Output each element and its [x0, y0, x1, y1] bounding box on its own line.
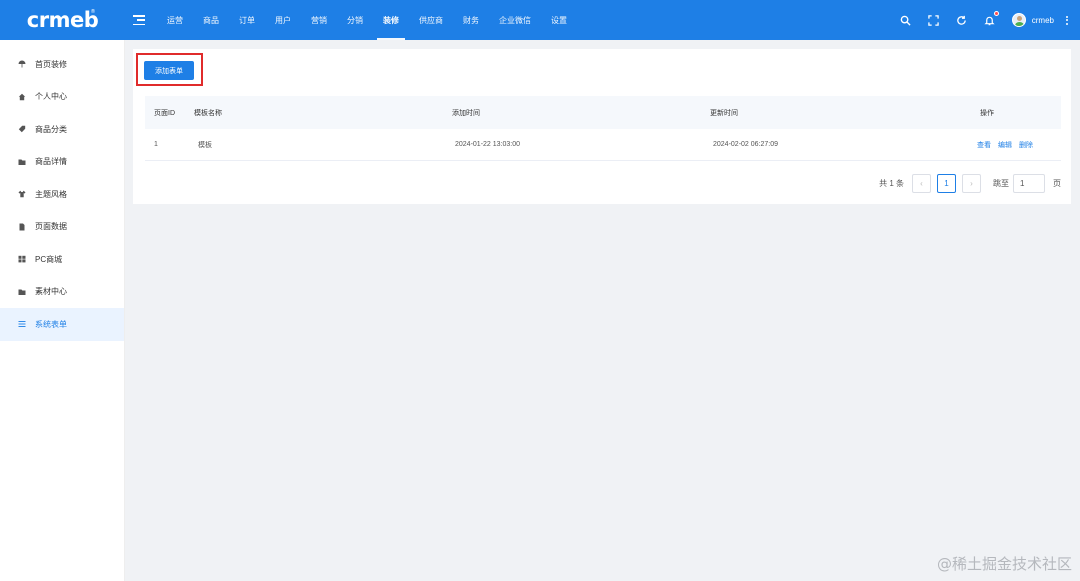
- column-header-created-time: 添加时间: [452, 109, 480, 117]
- refresh-icon[interactable]: [956, 14, 968, 26]
- notification-dot: [993, 11, 999, 16]
- nav-item-distribution[interactable]: 分销: [337, 0, 373, 40]
- sidebar-item-label: 主题风格: [35, 189, 67, 199]
- nav-item-wecom[interactable]: 企业微信: [489, 0, 541, 40]
- tag-icon: [18, 125, 26, 133]
- pagination: 共 1 条 ‹ 1 › 跳至 页: [879, 174, 1061, 193]
- more-vertical-icon[interactable]: [1066, 15, 1068, 25]
- sidebar-item-home-decoration[interactable]: 首页装修: [0, 48, 124, 81]
- logo[interactable]: crmeb ®: [0, 0, 125, 40]
- sidebar-item-label: 个人中心: [35, 92, 67, 102]
- sidebar-item-theme-style[interactable]: 主题风格: [0, 178, 124, 211]
- nav-item-suppliers[interactable]: 供应商: [409, 0, 453, 40]
- cell-template-name: 模板: [198, 141, 212, 149]
- main-card: 添加表单 页面ID 模板名称 添加时间 更新时间 操作 1 模板 2024-01…: [133, 49, 1071, 204]
- watermark: @稀土掘金技术社区: [936, 555, 1072, 573]
- sidebar-item-material-center[interactable]: 素材中心: [0, 276, 124, 309]
- sidebar-item-product-detail[interactable]: 商品详情: [0, 146, 124, 179]
- column-header-template-name: 模板名称: [194, 109, 222, 117]
- sidebar-item-label: 商品详情: [35, 157, 67, 167]
- cell-page-id: 1: [154, 141, 158, 148]
- column-header-page-id: 页面ID: [154, 109, 175, 117]
- nav-item-orders[interactable]: 订单: [229, 0, 265, 40]
- avatar: [1011, 13, 1026, 27]
- view-link[interactable]: 查看: [977, 140, 991, 150]
- table-header: 页面ID 模板名称 添加时间 更新时间 操作: [145, 96, 1061, 129]
- column-header-actions: 操作: [980, 109, 994, 117]
- top-nav: 运营 商品 订单 用户 营销 分销 装修 供应商 财务 企业微信 设置: [157, 0, 577, 40]
- file-icon: [18, 223, 26, 231]
- jump-label: 跳至: [993, 179, 1009, 188]
- nav-item-operations[interactable]: 运营: [157, 0, 193, 40]
- username: crmeb: [1031, 15, 1054, 25]
- shirt-icon: [18, 190, 26, 198]
- nav-item-finance[interactable]: 财务: [453, 0, 489, 40]
- sidebar-item-label: 首页装修: [35, 59, 67, 69]
- nav-item-users[interactable]: 用户: [265, 0, 301, 40]
- list-icon: [18, 320, 26, 328]
- search-icon[interactable]: [900, 14, 912, 26]
- cell-actions: 查看 编辑 删除: [971, 140, 1061, 150]
- sidebar-item-label: PC商城: [35, 254, 63, 264]
- sidebar-item-product-category[interactable]: 商品分类: [0, 113, 124, 146]
- nav-item-products[interactable]: 商品: [193, 0, 229, 40]
- cell-updated-time: 2024-02-02 06:27:09: [713, 141, 778, 148]
- next-page-button[interactable]: ›: [962, 174, 981, 193]
- sidebar: 首页装修 个人中心 商品分类 商品详情 主题风格 页面数据 PC商城 素材中心 …: [0, 40, 125, 581]
- sidebar-item-pc-mall[interactable]: PC商城: [0, 243, 124, 276]
- menu-collapse-icon[interactable]: [133, 15, 145, 25]
- nav-item-settings[interactable]: 设置: [541, 0, 577, 40]
- fullscreen-icon[interactable]: [928, 14, 940, 26]
- home-icon: [18, 93, 26, 101]
- page-number-button[interactable]: 1: [937, 174, 956, 193]
- nav-item-marketing[interactable]: 营销: [301, 0, 337, 40]
- folder-icon: [18, 158, 26, 166]
- sidebar-item-page-data[interactable]: 页面数据: [0, 211, 124, 244]
- folder-icon: [18, 288, 26, 296]
- cell-created-time: 2024-01-22 13:03:00: [455, 141, 520, 148]
- sidebar-item-label: 系统表单: [35, 319, 67, 329]
- add-form-button[interactable]: 添加表单: [144, 61, 194, 80]
- pagination-total: 共 1 条: [879, 179, 904, 188]
- windows-icon: [18, 255, 26, 263]
- form-table: 页面ID 模板名称 添加时间 更新时间 操作 1 模板 2024-01-22 1…: [145, 96, 1061, 161]
- header-tools: crmeb: [900, 0, 1068, 40]
- logo-text: crmeb: [26, 8, 99, 32]
- delete-link[interactable]: 删除: [1019, 140, 1033, 150]
- sidebar-item-label: 素材中心: [35, 287, 67, 297]
- page-unit-label: 页: [1053, 179, 1061, 188]
- top-header: crmeb ® 运营 商品 订单 用户 营销 分销 装修 供应商 财务 企业微信 …: [0, 0, 1080, 40]
- bell-icon[interactable]: [984, 11, 999, 26]
- column-header-updated-time: 更新时间: [710, 109, 738, 117]
- table-row: 1 模板 2024-01-22 13:03:00 2024-02-02 06:2…: [145, 129, 1061, 161]
- user-menu[interactable]: crmeb: [1011, 13, 1068, 27]
- nav-item-decoration[interactable]: 装修: [373, 0, 409, 40]
- sidebar-item-label: 页面数据: [35, 222, 67, 232]
- umbrella-icon: [18, 60, 26, 68]
- sidebar-item-personal-center[interactable]: 个人中心: [0, 81, 124, 114]
- sidebar-item-label: 商品分类: [35, 124, 67, 134]
- prev-page-button[interactable]: ‹: [912, 174, 931, 193]
- sidebar-item-system-form[interactable]: 系统表单: [0, 308, 124, 341]
- edit-link[interactable]: 编辑: [998, 140, 1012, 150]
- registered-mark: ®: [90, 9, 96, 15]
- jump-page-input[interactable]: [1013, 174, 1045, 193]
